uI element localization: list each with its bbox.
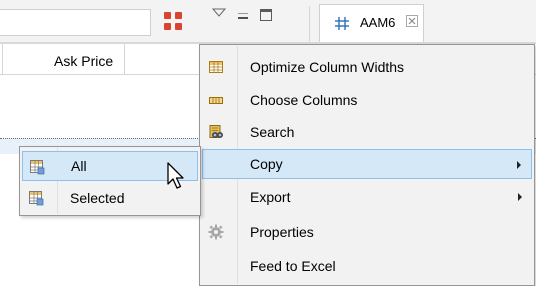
menu-item-copy[interactable]: Copy <box>202 149 532 179</box>
gear-icon <box>208 224 224 240</box>
menu-item-label: Selected <box>70 190 125 206</box>
view-toolbar: AAM6 <box>0 0 536 42</box>
maximize-icon[interactable] <box>260 9 272 21</box>
tab-label: AAM6 <box>360 15 396 30</box>
toolbar-input[interactable] <box>0 9 151 36</box>
menu-item-label: Search <box>250 124 295 140</box>
minimize-icon[interactable] <box>238 13 248 19</box>
menu-item-optimize-column-widths[interactable]: Optimize Column Widths <box>202 52 532 82</box>
tab-separator <box>309 6 310 42</box>
menu-item-choose-columns[interactable]: Choose Columns <box>202 85 532 115</box>
table-icon <box>30 160 45 175</box>
menu-item-label: Export <box>250 189 291 205</box>
search-binoculars-icon <box>209 125 223 138</box>
menu-item-export[interactable]: Export <box>202 182 532 212</box>
column-divider[interactable] <box>124 44 125 75</box>
submenu-arrow-icon <box>518 193 522 201</box>
tab-aam6[interactable]: AAM6 <box>319 4 424 42</box>
grid-view-icon[interactable] <box>164 12 183 31</box>
table-columns-icon <box>209 61 223 73</box>
close-icon[interactable] <box>406 15 418 27</box>
submenu-arrow-icon <box>517 161 521 169</box>
table-icon <box>29 191 44 206</box>
menu-item-properties[interactable]: Properties <box>202 217 532 247</box>
hash-icon <box>335 17 349 30</box>
menu-item-label: Copy <box>250 156 283 172</box>
menu-item-label: Optimize Column Widths <box>250 59 405 75</box>
column-bar-icon <box>209 97 223 104</box>
column-header-ask-price[interactable]: Ask Price <box>54 53 113 69</box>
view-menu-icon[interactable] <box>212 7 226 21</box>
mouse-pointer-icon <box>167 162 184 189</box>
menu-item-label: Properties <box>250 224 314 240</box>
menu-item-feed-to-excel[interactable]: Feed to Excel <box>202 251 532 281</box>
menu-item-search[interactable]: Search <box>202 117 532 147</box>
menu-item-label: Feed to Excel <box>250 258 336 274</box>
menu-item-label: All <box>71 158 87 174</box>
menu-item-label: Choose Columns <box>250 92 358 108</box>
column-divider[interactable] <box>2 44 3 75</box>
context-menu: Optimize Column Widths Choose Columns Se… <box>199 44 535 286</box>
